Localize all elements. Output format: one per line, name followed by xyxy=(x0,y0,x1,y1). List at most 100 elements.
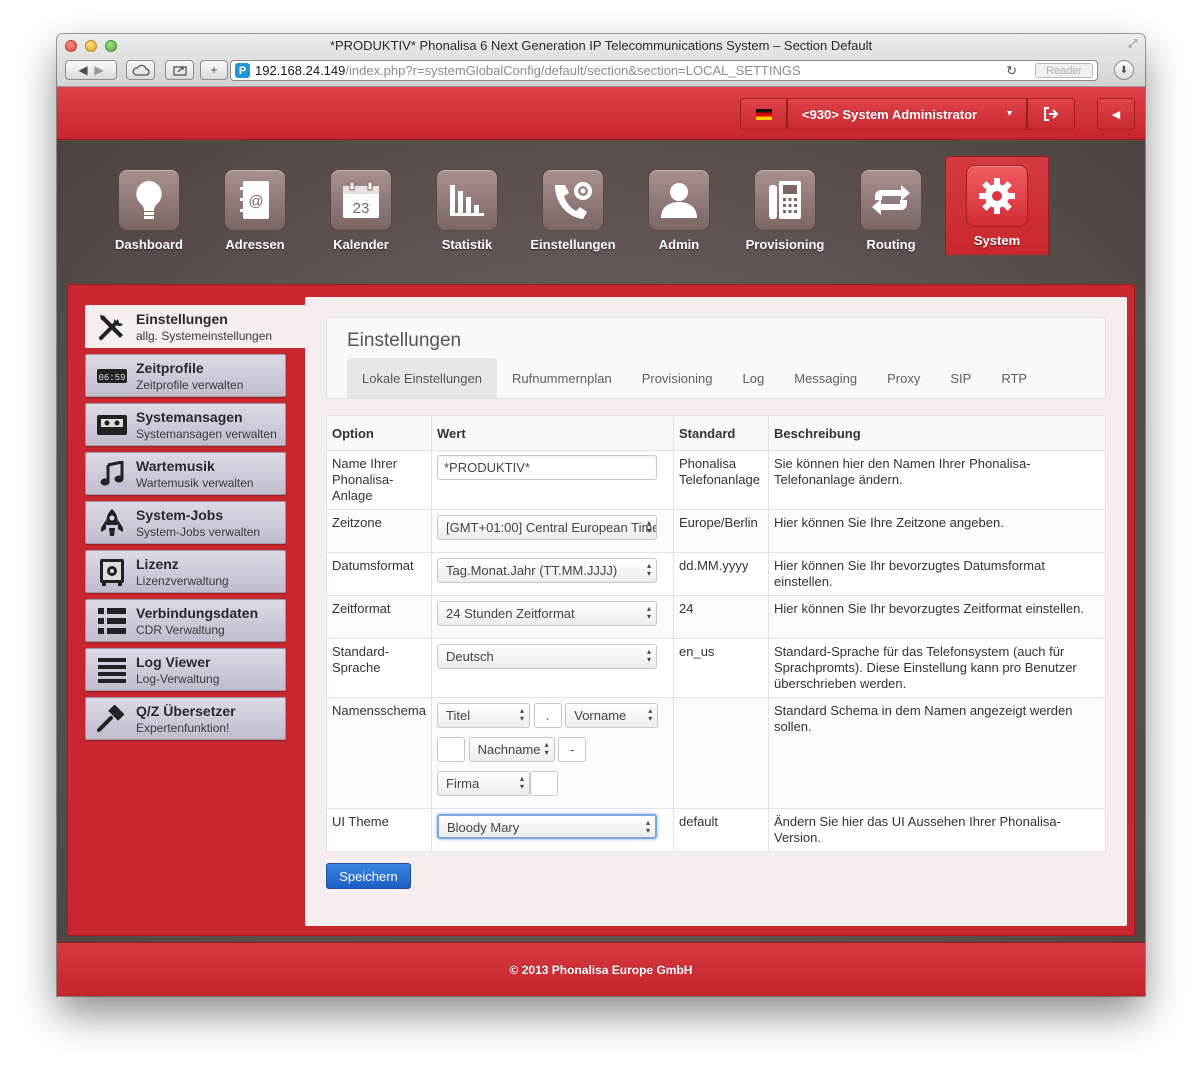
system-name-input[interactable] xyxy=(437,455,657,480)
icloud-tabs-button[interactable] xyxy=(126,60,155,80)
table-header-row: Option Wert Standard Beschreibung xyxy=(326,415,1106,451)
default-value: en_us xyxy=(673,638,769,698)
back-forward-buttons[interactable]: ◀ ▶ xyxy=(65,60,117,80)
sidebar-item-verbindungsdaten[interactable]: Verbindungsdaten CDR Verwaltung xyxy=(85,599,286,642)
separator-4-input[interactable] xyxy=(529,771,558,796)
tab-provisioning[interactable]: Provisioning xyxy=(627,358,728,398)
nav-kalender[interactable]: 23 Kalender xyxy=(309,160,413,264)
tab-lokale-einstellungen[interactable]: Lokale Einstellungen xyxy=(347,358,497,398)
address-book-icon: @ xyxy=(224,169,286,231)
default-value: 24 xyxy=(673,595,769,639)
value-cell: Deutsch xyxy=(431,638,674,698)
sidebar-subtitle: Wartemusik verwalten xyxy=(136,476,254,490)
description: Hier können Sie Ihr bevorzugtes Datumsfo… xyxy=(768,552,1106,596)
name-part-3-select[interactable]: Nachname xyxy=(468,737,555,762)
name-part-2-select[interactable]: Vorname xyxy=(565,703,659,728)
gear-icon xyxy=(966,165,1028,227)
nav-adressen[interactable]: @ Adressen xyxy=(203,160,307,264)
sidebar-subtitle: Log-Verwaltung xyxy=(136,672,220,686)
routing-arrows-icon xyxy=(860,169,922,231)
back-arrow-icon[interactable]: ◀ xyxy=(78,63,87,77)
user-menu[interactable]: <930> System Administrator ▼ xyxy=(787,98,1027,130)
sidebar-item-log-viewer[interactable]: Log Viewer Log-Verwaltung xyxy=(85,648,286,691)
sidebar-item-zeitprofile[interactable]: 06:59 Zeitprofile Zeitprofile verwalten xyxy=(85,354,286,397)
downloads-button[interactable]: ⬇ xyxy=(1114,60,1134,80)
sidebar-item-qz-uebersetzer[interactable]: Q/Z Übersetzer Expertenfunktion! xyxy=(85,697,286,740)
settings-tabs: Lokale Einstellungen Rufnummernplan Prov… xyxy=(347,358,1042,399)
caret-left-icon: ◀ xyxy=(1111,108,1121,121)
default-value: Europe/Berlin xyxy=(673,509,769,553)
nav-einstellungen[interactable]: Einstellungen xyxy=(521,160,625,264)
tab-messaging[interactable]: Messaging xyxy=(779,358,872,398)
sidebar-item-systemansagen[interactable]: Systemansagen Systemansagen verwalten xyxy=(85,403,286,446)
table-row: Datumsformat Tag.Monat.Jahr (TT.MM.JJJJ)… xyxy=(326,552,1106,596)
option-label: UI Theme xyxy=(326,808,432,852)
nav-label: Provisioning xyxy=(745,237,825,252)
separator-2-input[interactable] xyxy=(437,737,465,762)
sidebar-subtitle: Lizenzverwaltung xyxy=(136,574,229,588)
address-bar[interactable]: P 192.168.24.149/index.php?r=systemGloba… xyxy=(230,60,1098,81)
nav-provisioning[interactable]: Provisioning xyxy=(733,160,837,264)
reader-button[interactable]: Reader xyxy=(1035,63,1093,78)
date-format-select[interactable]: Tag.Monat.Jahr (TT.MM.JJJJ) xyxy=(437,558,657,583)
lightbulb-icon xyxy=(118,169,180,231)
nav-system[interactable]: System xyxy=(945,156,1049,255)
logout-button[interactable] xyxy=(1027,98,1075,130)
sidebar-item-system-jobs[interactable]: System-Jobs System-Jobs verwalten xyxy=(85,501,286,544)
table-row: Standard-Sprache Deutsch en_us Standard-… xyxy=(326,638,1106,698)
share-button[interactable] xyxy=(165,60,194,80)
sidebar-item-einstellungen[interactable]: Einstellungen allg. Systemeinstellungen xyxy=(85,305,306,348)
panel-header: Einstellungen Lokale Einstellungen Rufnu… xyxy=(326,317,1106,399)
content-frame: Einstellungen allg. Systemeinstellungen … xyxy=(67,284,1135,936)
collapse-button[interactable]: ◀ xyxy=(1097,98,1135,130)
browser-window: *PRODUKTIV* Phonalisa 6 Next Generation … xyxy=(57,34,1145,996)
timezone-select[interactable]: [GMT+01:00] Central European Time xyxy=(437,515,657,540)
default-value: Phonalisa Telefonanlage xyxy=(673,450,769,510)
share-icon xyxy=(172,66,187,76)
time-format-select[interactable]: 24 Stunden Zeitformat xyxy=(437,601,657,626)
nav-dashboard[interactable]: Dashboard xyxy=(97,160,201,264)
separator-3-input[interactable]: - xyxy=(558,737,587,762)
reload-icon[interactable]: ↻ xyxy=(1006,63,1017,79)
language-selector[interactable] xyxy=(740,98,787,130)
tab-rufnummernplan[interactable]: Rufnummernplan xyxy=(497,358,627,398)
option-label: Zeitzone xyxy=(326,509,432,553)
option-label: Zeitformat xyxy=(326,595,432,639)
nav-statistik[interactable]: Statistik xyxy=(415,160,519,264)
name-part-4-select[interactable]: Firma xyxy=(437,771,530,796)
new-tab-button[interactable]: + xyxy=(200,60,228,80)
sidebar-subtitle: Expertenfunktion! xyxy=(136,721,230,735)
tab-sip[interactable]: SIP xyxy=(935,358,986,398)
url-host: 192.168.24.149 xyxy=(255,63,346,78)
page-title: Einstellungen xyxy=(347,330,462,351)
sidebar-item-lizenz[interactable]: Lizenz Lizenzverwaltung xyxy=(85,550,286,593)
default-value: dd.MM.yyyy xyxy=(673,552,769,596)
separator-1-input[interactable]: . xyxy=(533,703,562,728)
save-button[interactable]: Speichern xyxy=(326,863,411,889)
url-path: /index.php?r=systemGlobalConfig/default/… xyxy=(345,63,801,78)
ui-theme-select[interactable]: Bloody Mary xyxy=(437,814,657,839)
sidebar-title: Verbindungsdaten xyxy=(136,605,259,621)
nav-admin[interactable]: Admin xyxy=(627,160,731,264)
tab-rtp[interactable]: RTP xyxy=(986,358,1042,398)
column-header: Beschreibung xyxy=(768,415,1106,451)
name-schema-row: Nachname - xyxy=(437,737,668,762)
clock-text: 06:59 xyxy=(98,373,125,383)
language-select[interactable]: Deutsch xyxy=(437,644,657,669)
sidebar-title: Systemansagen xyxy=(136,409,243,425)
tab-log[interactable]: Log xyxy=(728,358,780,398)
app-header: <930> System Administrator ▼ ◀ xyxy=(57,87,1145,140)
sidebar-subtitle: Zeitprofile verwalten xyxy=(136,378,244,392)
name-part-1-select[interactable]: Titel xyxy=(437,703,530,728)
option-label: Namensschema xyxy=(326,697,432,809)
sidebar-subtitle: Systemansagen verwalten xyxy=(136,427,277,441)
bar-chart-icon xyxy=(436,169,498,231)
tab-proxy[interactable]: Proxy xyxy=(872,358,935,398)
option-label: Name Ihrer Phonalisa-Anlage xyxy=(326,450,432,510)
calendar-icon: 23 xyxy=(330,169,392,231)
forward-arrow-icon[interactable]: ▶ xyxy=(94,63,103,77)
nav-routing[interactable]: Routing xyxy=(839,160,943,264)
sidebar-item-wartemusik[interactable]: Wartemusik Wartemusik verwalten xyxy=(85,452,286,495)
fullscreen-icon[interactable]: ⤢ xyxy=(1128,38,1137,51)
german-flag-icon xyxy=(755,108,772,120)
